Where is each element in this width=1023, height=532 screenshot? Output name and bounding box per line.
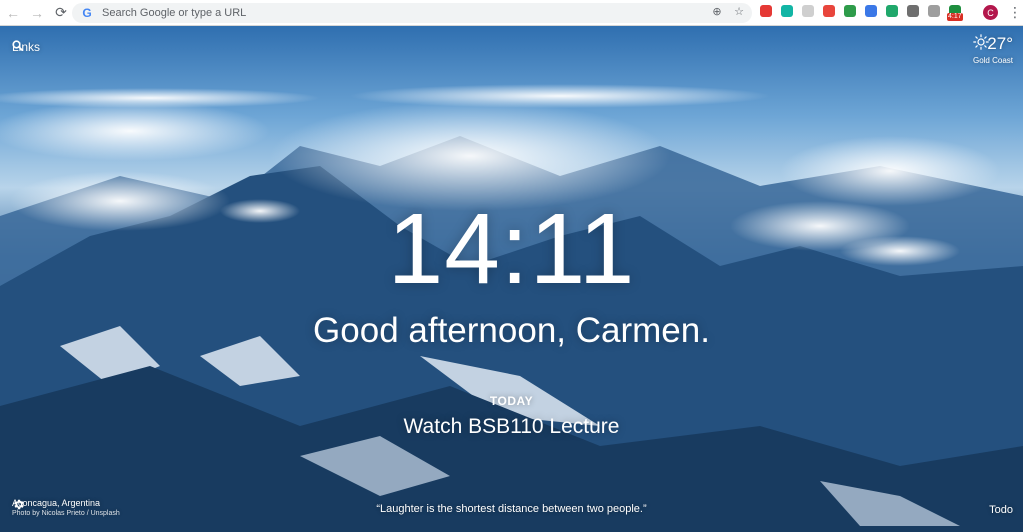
location-target-icon[interactable]: ⊕ (710, 5, 724, 18)
ext-green-g-icon[interactable] (886, 5, 898, 17)
ext-grey-page-icon[interactable] (802, 5, 814, 17)
focus-label: TODAY (489, 394, 534, 408)
profile-avatar[interactable]: C (983, 5, 998, 20)
ext-red-badge-icon[interactable] (823, 5, 835, 17)
greeting-text: Good afternoon, Carmen. (313, 311, 710, 350)
links-widget[interactable]: Links (12, 40, 40, 54)
daily-quote[interactable]: “Laughter is the shortest distance betwe… (0, 503, 1023, 515)
chrome-menu-icon[interactable]: ⋮ (1008, 4, 1022, 20)
ext-green-timer-icon[interactable]: 4:17 (947, 5, 963, 21)
ext-grey-doc-icon[interactable] (928, 5, 940, 17)
weather-temperature: 27° (987, 34, 1013, 53)
weather-widget[interactable]: 27° Gold Coast (973, 34, 1013, 65)
address-input[interactable] (100, 6, 704, 20)
ext-blue-square-icon[interactable] (865, 5, 877, 17)
bookmark-star-icon[interactable]: ☆ (732, 5, 746, 18)
todo-button[interactable]: Todo (989, 504, 1013, 516)
timer-badge: 4:17 (947, 13, 963, 21)
ext-teal-circle-icon[interactable] (781, 5, 793, 17)
sun-icon (973, 34, 989, 50)
back-button[interactable]: ← (2, 2, 24, 24)
background-photo: Links 27° Gold Coast 14:11 Good afternoo… (0, 26, 1023, 532)
browser-toolbar: ← → ⟳ G ⊕ ☆ 4:17 C ⋮ (0, 0, 1023, 26)
search-icon[interactable] (12, 40, 23, 51)
ext-pinterest-icon[interactable] (907, 5, 919, 17)
google-icon: G (82, 6, 92, 20)
reload-button[interactable]: ⟳ (50, 2, 72, 24)
omnibox[interactable]: G ⊕ ☆ (72, 3, 752, 23)
extensions-bar: 4:17 (760, 5, 970, 21)
focus-task[interactable]: Watch BSB110 Lecture (0, 415, 1023, 439)
ext-red-shield-icon[interactable] (760, 5, 772, 17)
clock-time: 14:11 (387, 193, 636, 305)
forward-button[interactable]: → (26, 2, 48, 24)
ext-green-shield-icon[interactable] (844, 5, 856, 17)
weather-location: Gold Coast (972, 56, 1013, 65)
